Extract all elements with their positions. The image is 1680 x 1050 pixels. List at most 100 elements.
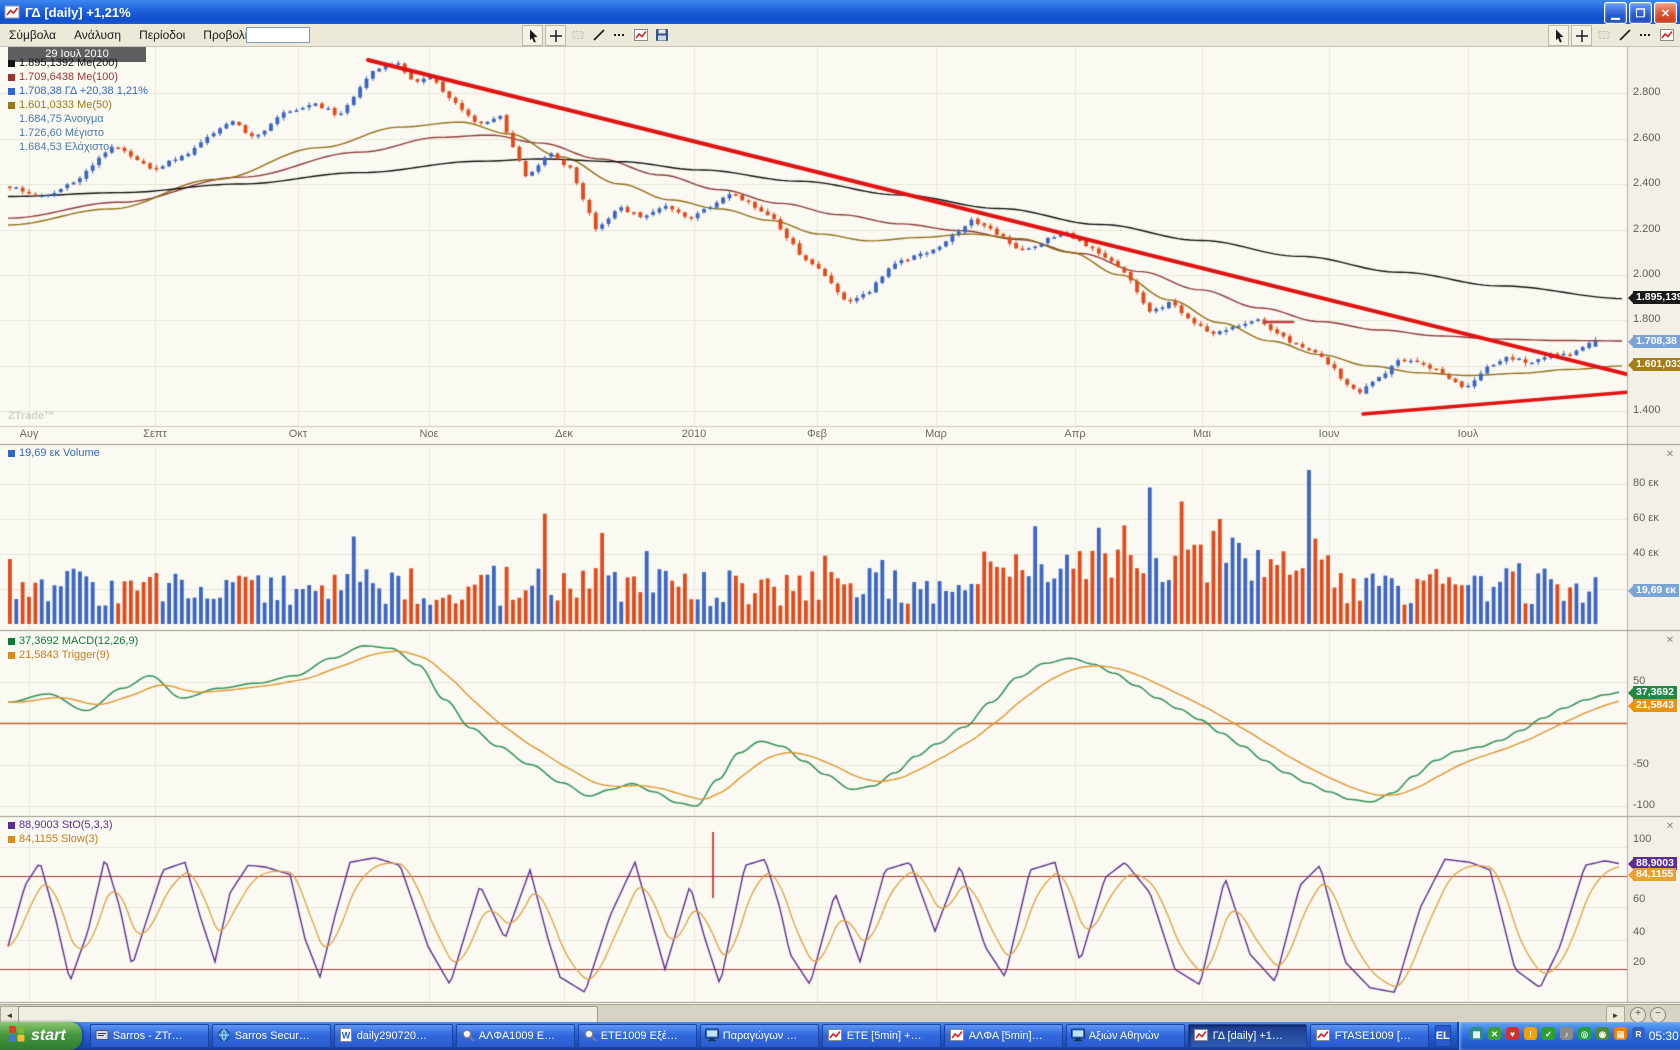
zoom-in-button[interactable]: + <box>1630 1007 1646 1023</box>
menu-item-0[interactable]: Σύμβολα <box>0 26 65 44</box>
crosshair-tool-icon[interactable] <box>1571 25 1592 46</box>
x-axis-month-label: Μαι <box>1180 428 1224 440</box>
crosshair-tool-icon[interactable] <box>545 25 566 46</box>
svg-text:◉: ◉ <box>1599 1029 1607 1039</box>
taskbar: start Sarros - ZTr… Sarros Secur… Wdaily29… <box>0 1022 1680 1050</box>
task-label: ΑΛΦΑ [5min]… <box>969 1030 1043 1042</box>
symbol-input[interactable] <box>246 27 310 43</box>
tray-icon-network-monitor[interactable]: ▦ <box>1469 1026 1484 1046</box>
taskbar-task-1[interactable]: Sarros Secur… <box>212 1024 331 1048</box>
svg-text:▦: ▦ <box>1472 1029 1480 1039</box>
taskbar-task-0[interactable]: Sarros - ZTr… <box>90 1024 209 1048</box>
macd-panel-close-icon[interactable]: ✕ <box>1664 635 1676 647</box>
task-label: daily290720… <box>357 1030 427 1042</box>
menu-bar: ΣύμβολαΑνάλυσηΠερίοδοιΠροβολή <box>0 24 1680 47</box>
dotted-line-tool-icon[interactable] <box>610 25 629 44</box>
svg-text:!: ! <box>1529 1029 1532 1039</box>
save-tool-icon[interactable] <box>652 25 671 44</box>
macd-legend-row: 21,5843 Trigger(9) <box>8 649 110 661</box>
chart-icon <box>949 1027 965 1046</box>
menu-item-1[interactable]: Ανάλυση <box>65 26 130 44</box>
legend-text: 1.684,53 Ελάχιστο <box>19 141 109 153</box>
taskbar-task-10[interactable]: FTASE1009 [… <box>1310 1024 1429 1048</box>
trendline-tool-icon[interactable] <box>1615 25 1634 44</box>
task-label: Sarros Secur… <box>235 1030 310 1042</box>
tray-icon-audio[interactable]: ♪ <box>1559 1026 1574 1046</box>
task-label: Αξιών Αθηνών <box>1089 1030 1159 1042</box>
svg-text:W: W <box>341 1030 350 1040</box>
price-legend-row: 1.895,1392 Me(200) <box>8 57 118 69</box>
task-label: Sarros - ZTr… <box>113 1030 183 1042</box>
word-icon: W <box>339 1028 353 1045</box>
chart-tool-icon[interactable] <box>1657 25 1676 44</box>
price-ohlc-legend-row: 1.684,75 Άνοιγμα <box>8 113 104 125</box>
badge-notch <box>1628 337 1633 347</box>
tray-icon-antivirus-alert[interactable]: ✕ <box>1487 1026 1502 1046</box>
price-axis-badge: 1.708,38 <box>1633 335 1680 348</box>
task-label: FTASE1009 [… <box>1335 1030 1411 1042</box>
pointer-tool-icon[interactable] <box>522 25 543 46</box>
taskbar-task-2[interactable]: Wdaily290720… <box>334 1024 453 1048</box>
volume-panel-close-icon[interactable]: ✕ <box>1664 449 1676 461</box>
pointer-tool-icon[interactable] <box>1548 25 1569 46</box>
taskbar-task-8[interactable]: Αξιών Αθηνών <box>1066 1024 1185 1048</box>
region-tool-icon[interactable] <box>1594 25 1613 44</box>
taskbar-task-3[interactable]: ΑΛΦΑ1009 Ε… <box>456 1024 575 1048</box>
stoch-legend-row: 84,1155 Slow(3) <box>8 833 98 845</box>
ztrade-icon <box>95 1028 109 1045</box>
tray-icons: ▦ ✕♥! ✓♪◎ ◉ ▤R <box>1469 1026 1646 1046</box>
task-label: Παραγώγων … <box>723 1030 798 1042</box>
volume-axis-tick: 40 εκ <box>1633 547 1659 559</box>
taskbar-task-7[interactable]: ΑΛΦΑ [5min]… <box>944 1024 1063 1048</box>
x-axis-month-label: Φεβ <box>795 428 839 440</box>
system-tray: ▦✕♥!✓♪◎◉▤R 05:30 <box>1457 1022 1680 1050</box>
badge-notch <box>1628 586 1633 596</box>
tray-icon-nod32[interactable]: ◎ <box>1577 1026 1592 1046</box>
price-axis-badge: 1.895,139 <box>1633 291 1680 304</box>
x-axis-month-label: Μαρ <box>914 428 958 440</box>
chart-icon <box>1315 1027 1331 1046</box>
start-button[interactable]: start <box>0 1022 82 1050</box>
taskbar-task-6[interactable]: ΕΤΕ [5min] +… <box>822 1024 941 1048</box>
taskbar-task-4[interactable]: ΕΤΕ1009 Εξέ… <box>578 1024 697 1048</box>
legend-text: 1.709,6438 Me(100) <box>19 71 118 83</box>
legend-text: 1.601,0333 Me(50) <box>19 99 112 111</box>
price-legend-row: 1.709,6438 Me(100) <box>8 71 118 83</box>
minimize-button[interactable]: ▁ <box>1604 2 1627 24</box>
legend-swatch <box>8 836 15 843</box>
price-axis-tick: 2.400 <box>1633 177 1661 189</box>
window-titlebar[interactable]: ΓΔ [daily] +1,21% ▁ ❐ ✕ <box>0 0 1680 24</box>
chart-tool-icon[interactable] <box>631 25 650 44</box>
legend-swatch <box>8 822 15 829</box>
ztrade-watermark: ZTrade™ <box>8 410 55 422</box>
tray-icon-security-warning[interactable]: ! <box>1523 1026 1538 1046</box>
tray-icon-document-scan[interactable]: ▤ <box>1613 1026 1628 1046</box>
region-tool-icon[interactable] <box>568 25 587 44</box>
restore-button[interactable]: ❐ <box>1629 2 1652 24</box>
stoch-panel-close-icon[interactable]: ✕ <box>1664 821 1676 833</box>
x-axis-month-label: Ιουν <box>1307 428 1351 440</box>
legend-swatch <box>8 102 15 109</box>
legend-text: 21,5843 Trigger(9) <box>19 649 110 661</box>
price-ohlc-legend-row: 1.684,53 Ελάχιστο <box>8 141 109 153</box>
zoom-out-button[interactable]: − <box>1650 1007 1666 1023</box>
taskbar-task-5[interactable]: Παραγώγων … <box>700 1024 819 1048</box>
tray-icon-messenger[interactable]: ♥ <box>1505 1026 1520 1046</box>
menu-item-2[interactable]: Περίοδοι <box>130 26 194 44</box>
close-button[interactable]: ✕ <box>1654 2 1677 24</box>
tray-icon-monitor-eye[interactable]: ◉ <box>1595 1026 1610 1046</box>
price-axis-tick: 2.600 <box>1633 132 1661 144</box>
legend-swatch <box>8 60 15 67</box>
horizontal-scrollbar[interactable]: ◄ ► + − <box>0 1004 1680 1023</box>
language-indicator[interactable]: EL <box>1435 1025 1451 1047</box>
chart-icon <box>827 1027 843 1046</box>
macd-axis-tick: -100 <box>1633 799 1655 811</box>
dotted-line-tool-icon[interactable] <box>1636 25 1655 44</box>
price-axis-badge: 1.601,033 <box>1633 358 1680 371</box>
taskbar-task-9[interactable]: ΓΔ [daily] +1… <box>1188 1024 1307 1048</box>
trendline-tool-icon[interactable] <box>589 25 608 44</box>
task-label: ΕΤΕ [5min] +… <box>847 1030 922 1042</box>
tray-icon-update-check[interactable]: ✓ <box>1541 1026 1556 1046</box>
tray-icon-writer[interactable]: R <box>1631 1026 1646 1046</box>
chart-canvas[interactable] <box>0 0 1680 1050</box>
